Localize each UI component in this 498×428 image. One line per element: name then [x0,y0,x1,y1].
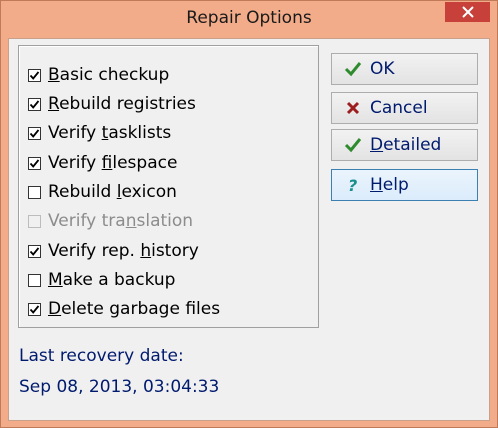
option-make-backup[interactable]: Make a backup [28,268,175,292]
check-mark-icon [29,99,40,109]
checkbox[interactable] [28,68,41,82]
option-label: Verify tasklists [48,123,172,143]
checkbox [28,214,41,228]
option-label: Verify translation [48,211,194,231]
checkbox[interactable] [28,126,41,140]
check-mark-icon [29,246,40,256]
detailed-button[interactable]: Detailed [331,129,478,161]
option-label: Basic checkup [48,65,170,85]
checkbox[interactable] [28,302,41,316]
option-rebuild-registries[interactable]: Rebuild registries [28,92,196,116]
checkmark-icon [342,61,364,77]
checkbox[interactable] [28,156,41,170]
option-delete-garbage-files[interactable]: Delete garbage files [28,297,220,321]
option-verify-translation: Verify translation [28,209,193,233]
cancel-label: Cancel [370,98,428,118]
check-mark-icon [29,128,40,138]
option-label: Verify rep. history [48,241,199,261]
close-button[interactable] [445,2,490,22]
detailed-label: Detailed [370,135,442,155]
checkbox[interactable] [28,185,41,199]
help-label: Help [370,175,409,195]
checkbox[interactable] [28,244,41,258]
option-verify-tasklists[interactable]: Verify tasklists [28,121,171,145]
dialog-client-area: Basic checkup Rebuild registries Verify … [8,38,490,421]
check-mark-icon [29,304,40,314]
options-group: Basic checkup Rebuild registries Verify … [18,45,319,328]
last-recovery-label: Last recovery date: [19,346,184,366]
checkmark-icon [342,137,364,153]
close-icon [461,6,474,18]
ok-button[interactable]: OK [331,53,478,85]
x-icon [342,101,364,115]
option-verify-rep-history[interactable]: Verify rep. history [28,239,199,263]
ok-label: OK [370,59,395,79]
svg-text:?: ? [348,176,357,194]
help-button[interactable]: ? Help [331,169,478,201]
option-rebuild-lexicon[interactable]: Rebuild lexicon [28,180,177,204]
option-label: Make a backup [48,270,176,290]
title-bar[interactable]: Repair Options [1,1,497,38]
question-icon: ? [342,176,364,194]
check-mark-icon [29,70,40,80]
repair-options-dialog: Repair Options Basic checkup Rebuild reg… [0,0,498,428]
option-label: Rebuild registries [48,94,196,114]
checkbox[interactable] [28,97,41,111]
option-label: Rebuild lexicon [48,182,177,202]
option-basic-checkup[interactable]: Basic checkup [28,63,169,87]
checkbox[interactable] [28,273,41,287]
option-label: Verify filespace [48,153,178,173]
cancel-button[interactable]: Cancel [331,92,478,124]
window-title: Repair Options [186,8,312,28]
option-verify-filespace[interactable]: Verify filespace [28,151,177,175]
check-mark-icon [29,158,40,168]
last-recovery-value: Sep 08, 2013, 03:04:33 [19,377,220,397]
option-label: Delete garbage files [48,299,221,319]
